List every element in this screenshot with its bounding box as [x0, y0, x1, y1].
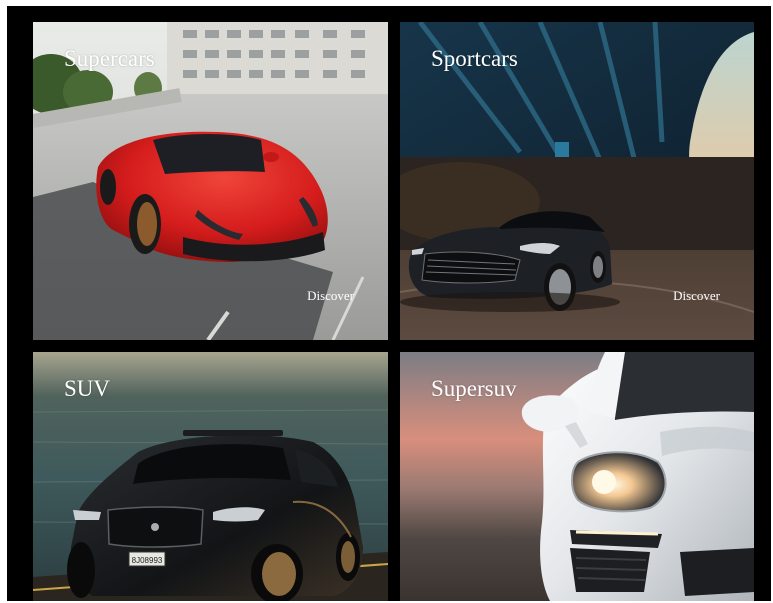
- license-plate: 8J08993: [132, 556, 163, 565]
- car-gallery: Supercars Discover Sportcars Discover 8J…: [7, 6, 771, 601]
- card-sportcars[interactable]: Sportcars Discover: [400, 22, 754, 340]
- discover-link[interactable]: Discover: [673, 288, 720, 304]
- card-title: SUV: [64, 376, 111, 401]
- card-supersuv[interactable]: Supersuv: [400, 352, 754, 601]
- card-title: Supersuv: [431, 376, 517, 401]
- card-title: Sportcars: [431, 46, 518, 71]
- discover-link[interactable]: Discover: [307, 288, 354, 304]
- card-supercars[interactable]: Supercars Discover: [33, 22, 388, 340]
- card-suv[interactable]: 8J08993 SUV: [33, 352, 388, 601]
- card-title: Supercars: [64, 46, 155, 71]
